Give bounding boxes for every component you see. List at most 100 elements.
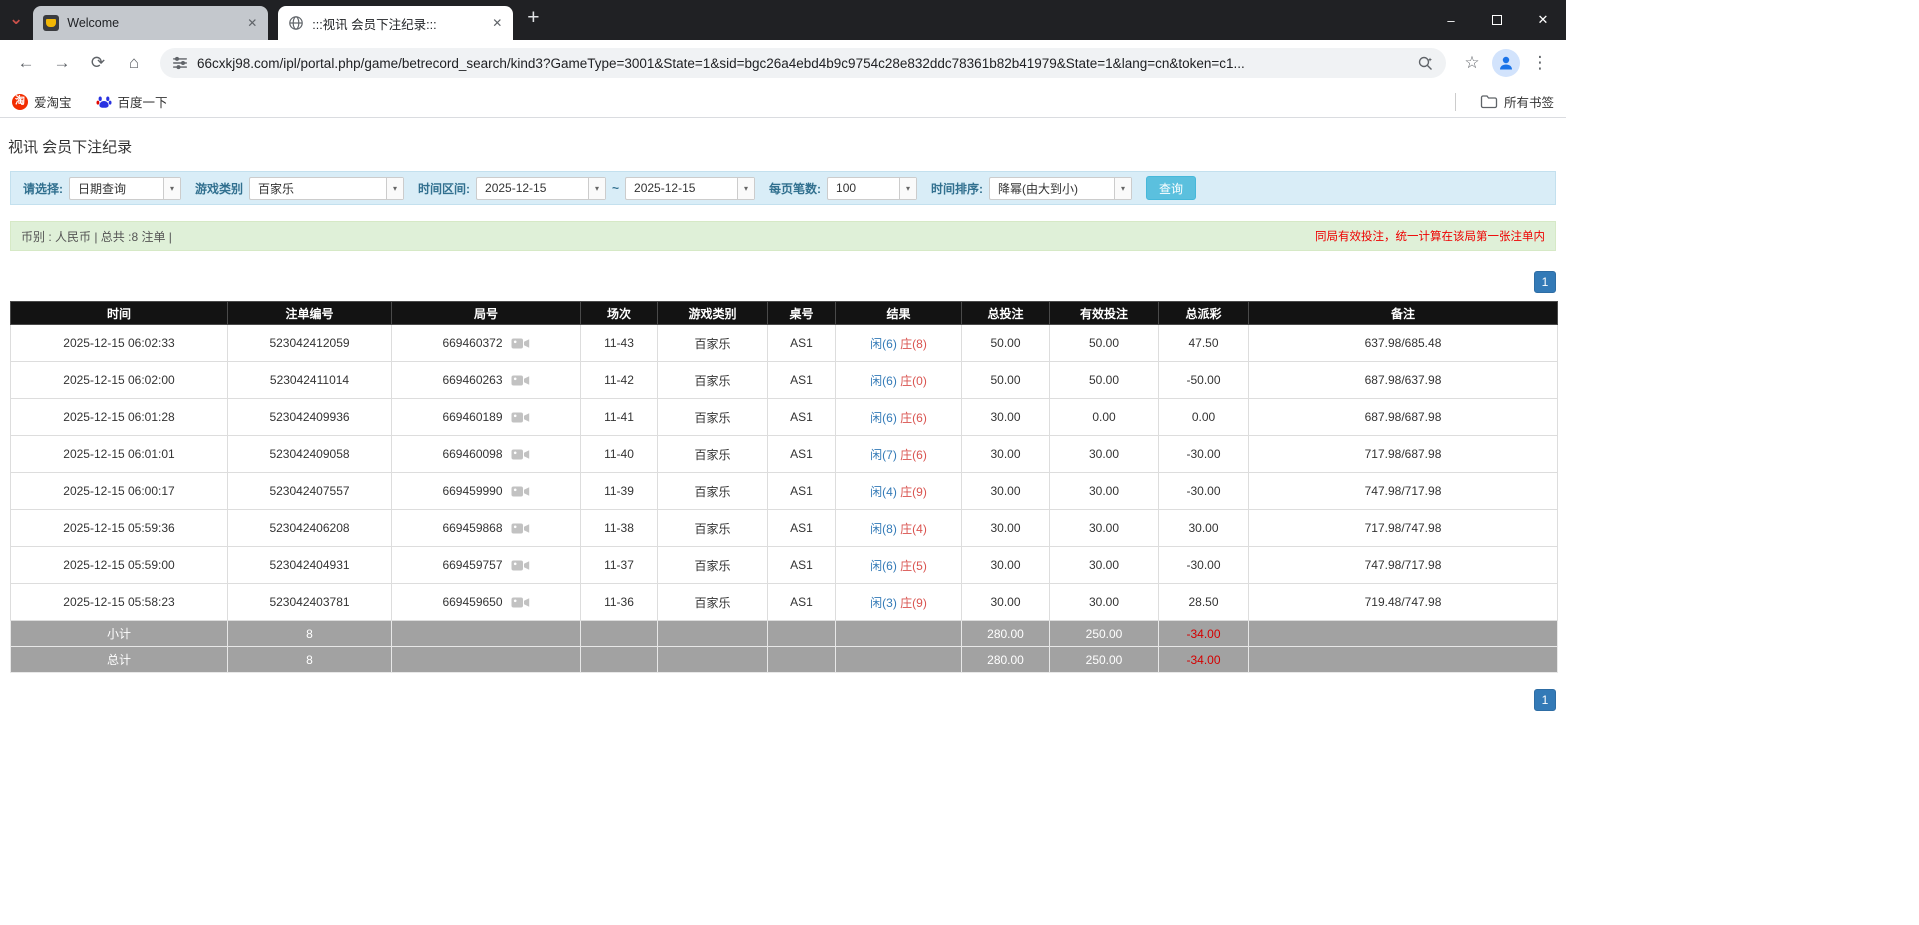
result-banker: 庄(6): [900, 448, 927, 462]
round-number: 669459868: [442, 521, 502, 535]
cell-bet-id: 523042407557: [228, 473, 392, 510]
pagination-top: 1: [10, 271, 1556, 293]
cell-total-bet[interactable]: 30.00: [962, 436, 1050, 473]
url-text[interactable]: 66cxkj98.com/ipl/portal.php/game/betreco…: [197, 56, 1408, 71]
time-sort-select[interactable]: 降幂(由大到小) ▾: [989, 177, 1132, 200]
cell-game: 百家乐: [658, 436, 768, 473]
cell-time: 2025-12-15 05:59:36: [11, 510, 228, 547]
cell-note: 719.48/747.98: [1249, 584, 1558, 621]
cell-table: AS1: [768, 399, 836, 436]
tabstrip-chevron-icon[interactable]: ⌄: [0, 9, 33, 31]
page-size-select[interactable]: 100 ▾: [827, 177, 917, 200]
round-number: 669459990: [442, 484, 502, 498]
tab-title: Welcome: [67, 16, 236, 30]
home-button[interactable]: ⌂: [118, 47, 150, 79]
summary-empty-cell: [581, 647, 658, 673]
column-header: 总派彩: [1159, 302, 1249, 325]
table-row: 2025-12-15 05:59:36523042406208669459868…: [11, 510, 1558, 547]
tab-welcome[interactable]: Welcome ✕: [33, 6, 268, 40]
cell-valid-bet: 30.00: [1050, 547, 1159, 584]
cell-game: 百家乐: [658, 547, 768, 584]
cell-game: 百家乐: [658, 362, 768, 399]
cell-table: AS1: [768, 584, 836, 621]
reload-button[interactable]: ⟳: [82, 47, 114, 79]
search-button[interactable]: 查询: [1146, 176, 1196, 200]
result-player: 闲(3): [870, 596, 897, 610]
maximize-icon: [1492, 15, 1502, 25]
result-banker: 庄(9): [900, 485, 927, 499]
column-header: 备注: [1249, 302, 1558, 325]
forward-button[interactable]: →: [46, 47, 78, 79]
date-to-select[interactable]: 2025-12-15 ▾: [625, 177, 755, 200]
cell-total-bet[interactable]: 30.00: [962, 584, 1050, 621]
replay-icon[interactable]: [511, 559, 530, 572]
close-button[interactable]: ✕: [1520, 0, 1566, 40]
cell-total-bet[interactable]: 50.00: [962, 325, 1050, 362]
summary-count: 8: [228, 621, 392, 647]
cell-total-bet[interactable]: 30.00: [962, 399, 1050, 436]
summary-label: 总计: [11, 647, 228, 673]
bookmark-star-icon[interactable]: ☆: [1456, 47, 1488, 79]
replay-icon[interactable]: [511, 448, 530, 461]
bookmark-aitaobao[interactable]: 淘 爱淘宝: [12, 92, 72, 111]
summary-total-bet: 280.00: [962, 647, 1050, 673]
summary-label: 小计: [11, 621, 228, 647]
cell-note: 717.98/747.98: [1249, 510, 1558, 547]
cell-result: 闲(6) 庄(6): [836, 399, 962, 436]
page-1-button[interactable]: 1: [1534, 689, 1556, 711]
all-bookmarks-button[interactable]: 所有书签: [1480, 92, 1554, 111]
summary-valid-bet: 250.00: [1050, 621, 1159, 647]
cell-game: 百家乐: [658, 584, 768, 621]
cell-total-bet[interactable]: 50.00: [962, 362, 1050, 399]
round-inner: 669460098: [392, 447, 580, 461]
replay-icon[interactable]: [511, 485, 530, 498]
replay-icon[interactable]: [511, 522, 530, 535]
search-lens-icon[interactable]: [1417, 55, 1434, 72]
cell-note: 717.98/687.98: [1249, 436, 1558, 473]
cell-valid-bet: 0.00: [1050, 399, 1159, 436]
replay-icon[interactable]: [511, 596, 530, 609]
cell-total-bet[interactable]: 30.00: [962, 473, 1050, 510]
replay-icon[interactable]: [511, 374, 530, 387]
cell-bet-id: 523042412059: [228, 325, 392, 362]
date-from-select[interactable]: 2025-12-15 ▾: [476, 177, 606, 200]
round-inner: 669460189: [392, 410, 580, 424]
maximize-button[interactable]: [1474, 0, 1520, 40]
result-banker: 庄(0): [900, 374, 927, 388]
round-number: 669460098: [442, 447, 502, 461]
bookmark-baidu[interactable]: 百度一下: [96, 92, 168, 111]
minimize-button[interactable]: –: [1428, 0, 1474, 40]
url-bar[interactable]: 66cxkj98.com/ipl/portal.php/game/betreco…: [160, 48, 1446, 78]
cell-session: 11-38: [581, 510, 658, 547]
cell-game: 百家乐: [658, 325, 768, 362]
page-1-button[interactable]: 1: [1534, 271, 1556, 293]
query-type-select[interactable]: 日期查询 ▾: [69, 177, 181, 200]
time-sort-label: 时间排序:: [931, 180, 983, 197]
replay-icon[interactable]: [511, 337, 530, 350]
cell-table: AS1: [768, 362, 836, 399]
game-type-select[interactable]: 百家乐 ▾: [249, 177, 404, 200]
site-settings-icon[interactable]: [172, 55, 188, 71]
profile-icon[interactable]: [1492, 49, 1520, 77]
summary-valid-bet: 250.00: [1050, 647, 1159, 673]
summary-empty-cell: [1249, 621, 1558, 647]
summary-empty-cell: [836, 647, 962, 673]
cell-valid-bet: 30.00: [1050, 510, 1159, 547]
cell-result: 闲(8) 庄(4): [836, 510, 962, 547]
tab-close-icon[interactable]: ✕: [489, 15, 505, 31]
cell-total-bet[interactable]: 30.00: [962, 547, 1050, 584]
cell-valid-bet: 30.00: [1050, 436, 1159, 473]
cell-total-bet[interactable]: 30.00: [962, 510, 1050, 547]
table-row: 2025-12-15 06:02:00523042411014669460263…: [11, 362, 1558, 399]
round-number: 669459650: [442, 595, 502, 609]
back-button[interactable]: ←: [10, 47, 42, 79]
menu-icon[interactable]: ⋮: [1524, 47, 1556, 79]
all-bookmarks-label: 所有书签: [1504, 92, 1554, 111]
cell-table: AS1: [768, 473, 836, 510]
new-tab-button[interactable]: +: [513, 6, 539, 34]
round-number: 669460189: [442, 410, 502, 424]
tab-betrecord[interactable]: :::视讯 会员下注纪录::: ✕: [278, 6, 513, 40]
summary-empty-cell: [392, 621, 581, 647]
replay-icon[interactable]: [511, 411, 530, 424]
tab-close-icon[interactable]: ✕: [244, 15, 260, 31]
